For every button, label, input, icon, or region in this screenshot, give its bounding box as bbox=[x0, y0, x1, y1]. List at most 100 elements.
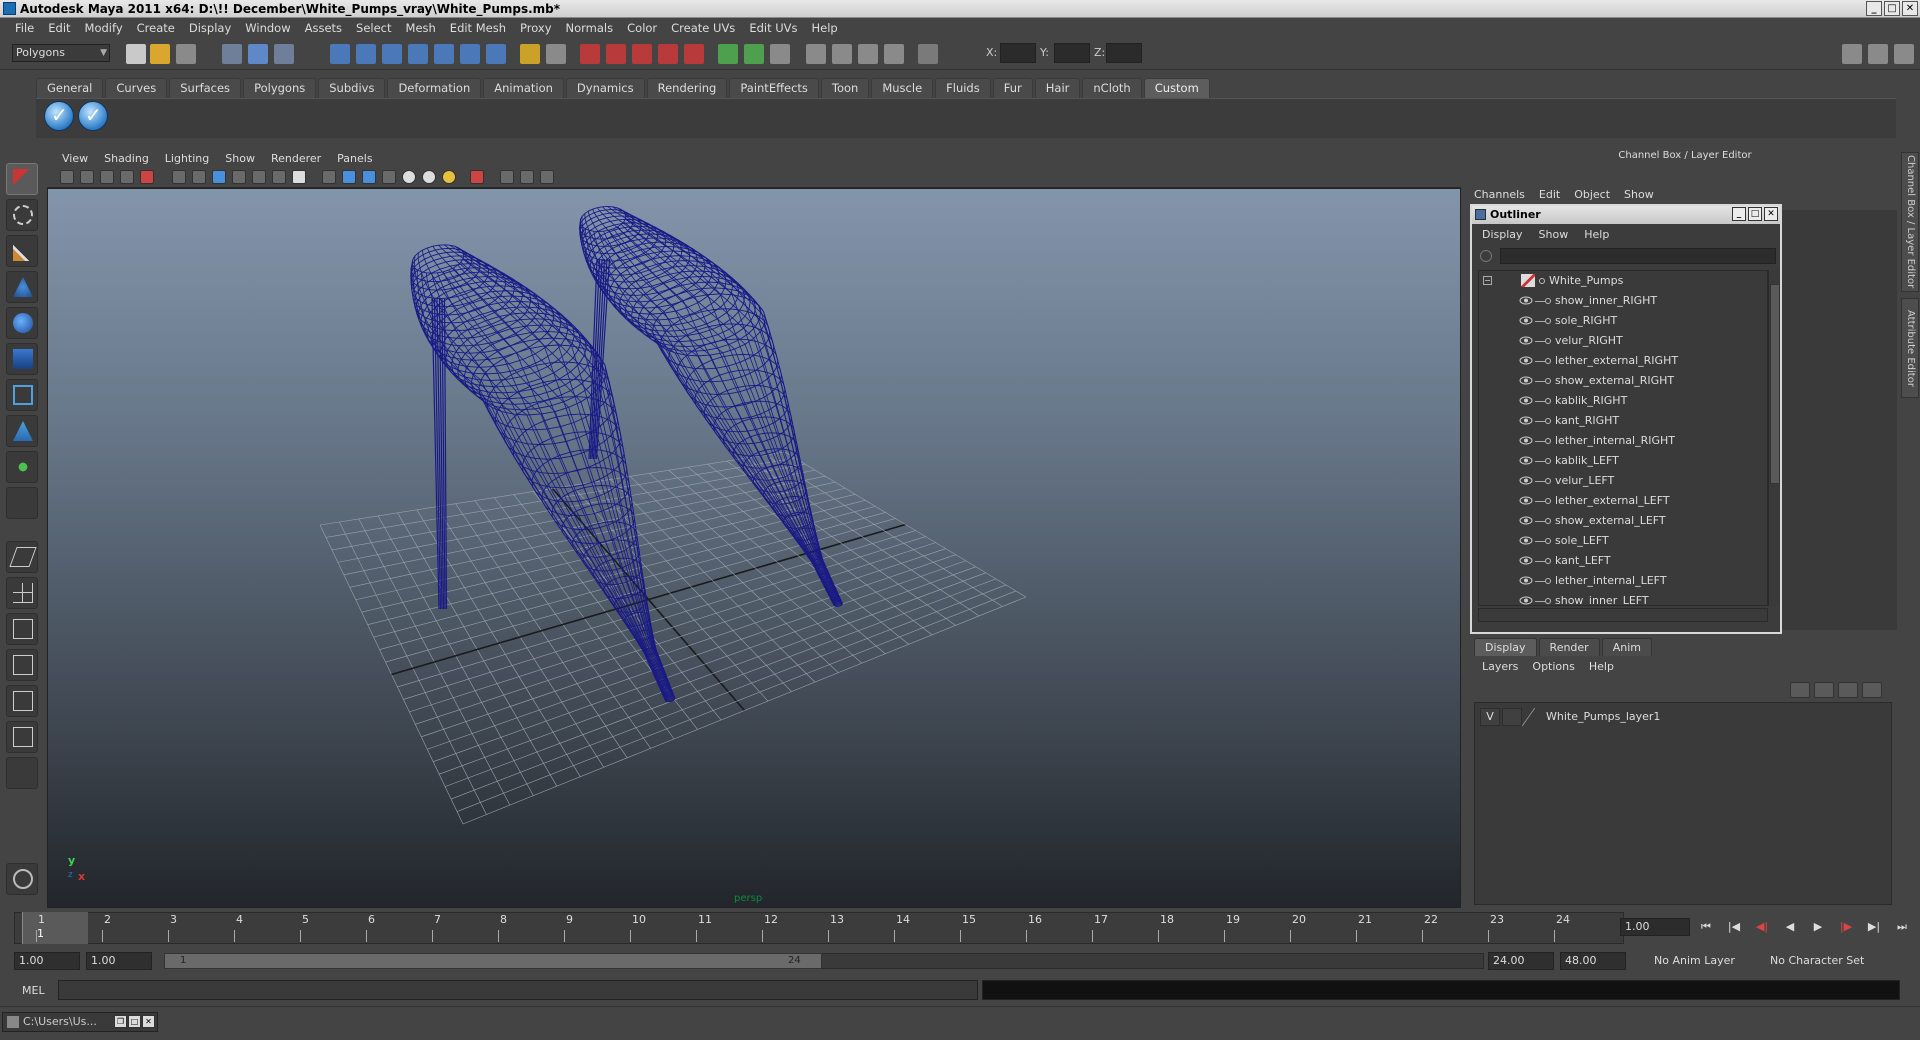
isolate-select-icon[interactable] bbox=[470, 170, 484, 184]
xray-icon[interactable] bbox=[500, 170, 514, 184]
toggle-channel-box-icon[interactable] bbox=[1894, 44, 1914, 64]
scale-tool-icon[interactable] bbox=[6, 343, 38, 375]
shelf-tab-polygons[interactable]: Polygons bbox=[243, 78, 317, 98]
outliner-item-show-external-left[interactable]: show_external_LEFT bbox=[1479, 511, 1767, 531]
hud-icon[interactable] bbox=[540, 170, 554, 184]
create-empty-layer-icon[interactable] bbox=[1838, 682, 1858, 698]
anim-layer-dropdown[interactable]: No Anim Layer bbox=[1648, 952, 1758, 970]
shadows-icon[interactable] bbox=[442, 170, 456, 184]
layer-tab-render[interactable]: Render bbox=[1538, 638, 1600, 656]
shelf-tab-muscle[interactable]: Muscle bbox=[871, 78, 934, 98]
outliner-item-velur-left[interactable]: velur_LEFT bbox=[1479, 471, 1767, 491]
film-gate-icon[interactable] bbox=[192, 170, 206, 184]
wireframe-icon[interactable] bbox=[322, 170, 336, 184]
history-icon[interactable] bbox=[460, 44, 480, 64]
rotate-tool-icon[interactable] bbox=[6, 307, 38, 339]
highlight-selection-icon[interactable] bbox=[546, 44, 566, 64]
persp-outliner-layout-icon[interactable] bbox=[6, 613, 38, 645]
collapse-icon[interactable]: − bbox=[1483, 276, 1492, 285]
lock-selection-icon[interactable] bbox=[520, 44, 540, 64]
menu-proxy[interactable]: Proxy bbox=[513, 21, 559, 35]
layout-dropdown-icon[interactable] bbox=[6, 757, 38, 789]
show-manipulator-icon[interactable] bbox=[6, 451, 38, 483]
show-channel-box-icon[interactable] bbox=[884, 44, 904, 64]
wireframe-on-shaded-icon[interactable] bbox=[362, 170, 376, 184]
snap-to-curve-icon[interactable] bbox=[356, 44, 376, 64]
outliner-menu-display[interactable]: Display bbox=[1482, 228, 1523, 241]
shelf-tab-rendering[interactable]: Rendering bbox=[646, 78, 728, 98]
single-perspective-layout-icon[interactable] bbox=[6, 541, 38, 573]
persp-graph-outliner-layout-icon[interactable] bbox=[6, 721, 38, 753]
outliner-horizontal-scrollbar[interactable] bbox=[1478, 608, 1768, 622]
animation-start-field[interactable]: 1.00 bbox=[14, 952, 80, 970]
outliner-item-velur-right[interactable]: velur_RIGHT bbox=[1479, 331, 1767, 351]
perspective-viewport[interactable]: persp y z x bbox=[47, 188, 1461, 908]
rename-icon[interactable] bbox=[770, 44, 790, 64]
render-settings-icon[interactable] bbox=[632, 44, 652, 64]
playback-end-field[interactable]: 24.00 bbox=[1488, 952, 1554, 970]
channel-box-menu-channels[interactable]: Channels bbox=[1474, 188, 1525, 201]
smooth-shade-icon[interactable] bbox=[342, 170, 356, 184]
hypershade-persp-layout-icon[interactable] bbox=[6, 685, 38, 717]
outliner-item-lether-internal-left[interactable]: lether_internal_LEFT bbox=[1479, 571, 1767, 591]
outliner-item-lether-internal-right[interactable]: lether_internal_RIGHT bbox=[1479, 431, 1767, 451]
menu-set-selector[interactable]: Polygons ▼ bbox=[12, 44, 110, 62]
restore-button[interactable]: ❐ bbox=[114, 1015, 127, 1028]
toggle-tool-settings-icon[interactable] bbox=[1868, 44, 1888, 64]
play-backwards-icon[interactable]: ◀ bbox=[1780, 920, 1800, 934]
render-icon[interactable] bbox=[580, 44, 600, 64]
layer-tab-anim[interactable]: Anim bbox=[1601, 638, 1652, 656]
lasso-tool-icon[interactable] bbox=[6, 199, 38, 231]
viewport-menu-panels[interactable]: Panels bbox=[329, 152, 380, 165]
menu-normals[interactable]: Normals bbox=[559, 21, 621, 35]
menu-color[interactable]: Color bbox=[620, 21, 664, 35]
outliner-item-lether-external-right[interactable]: lether_external_RIGHT bbox=[1479, 351, 1767, 371]
persp-graph-layout-icon[interactable] bbox=[6, 649, 38, 681]
layer-menu-help[interactable]: Help bbox=[1589, 660, 1614, 673]
outliner-item-kablik-left[interactable]: kablik_LEFT bbox=[1479, 451, 1767, 471]
minimize-button[interactable]: _ bbox=[1866, 1, 1882, 16]
shelf-tab-deformation[interactable]: Deformation bbox=[387, 78, 482, 98]
minimized-window[interactable]: C:\Users\Us... ❐ □ ✕ bbox=[2, 1012, 158, 1032]
viewport-menu-show[interactable]: Show bbox=[217, 152, 263, 165]
shelf-tab-surfaces[interactable]: Surfaces bbox=[169, 78, 242, 98]
go-to-start-icon[interactable]: ⏮ bbox=[1696, 920, 1716, 934]
toggle-attribute-editor-icon[interactable] bbox=[1842, 44, 1862, 64]
z-input[interactable] bbox=[1106, 43, 1142, 63]
select-by-component-icon[interactable] bbox=[274, 44, 294, 64]
shelf-tab-fluids[interactable]: Fluids bbox=[935, 78, 991, 98]
y-input[interactable] bbox=[1054, 43, 1090, 63]
step-forward-frame-icon[interactable]: |▶ bbox=[1836, 920, 1856, 934]
current-frame-field[interactable]: 1.00 bbox=[1620, 918, 1690, 936]
close-button-2[interactable]: ✕ bbox=[142, 1015, 155, 1028]
snap-to-plane-icon[interactable] bbox=[408, 44, 428, 64]
layer-color-swatch[interactable] bbox=[1521, 708, 1547, 726]
range-slider-handle[interactable] bbox=[164, 953, 822, 969]
2d-pan-zoom-icon[interactable] bbox=[140, 170, 154, 184]
outliner-menu-help[interactable]: Help bbox=[1584, 228, 1609, 241]
all-lights-icon[interactable] bbox=[422, 170, 436, 184]
outliner-root-row[interactable]: − White_Pumps bbox=[1479, 271, 1767, 291]
textured-icon[interactable] bbox=[382, 170, 396, 184]
step-back-key-icon[interactable]: |◀ bbox=[1724, 920, 1744, 934]
show-attribute-editor-icon[interactable] bbox=[832, 44, 852, 64]
menu-window[interactable]: Window bbox=[238, 21, 297, 35]
mel-label[interactable]: MEL bbox=[22, 984, 45, 997]
safe-title-icon[interactable] bbox=[292, 170, 306, 184]
outliner-item-kant-right[interactable]: kant_RIGHT bbox=[1479, 411, 1767, 431]
outliner-menu-show[interactable]: Show bbox=[1539, 228, 1569, 241]
bookmarks-icon[interactable] bbox=[100, 170, 114, 184]
command-input[interactable] bbox=[58, 980, 978, 1000]
custom-shelf-check-icon-2[interactable] bbox=[78, 101, 108, 131]
move-layer-up-icon[interactable] bbox=[1790, 682, 1810, 698]
side-tab-attribute-editor[interactable]: Attribute Editor bbox=[1901, 298, 1919, 398]
character-set-dropdown[interactable]: No Character Set bbox=[1764, 952, 1888, 970]
shelf-tab-custom[interactable]: Custom bbox=[1143, 78, 1210, 98]
menu-mesh[interactable]: Mesh bbox=[399, 21, 443, 35]
shelf-tab-hair[interactable]: Hair bbox=[1034, 78, 1081, 98]
outliner-minimize-button[interactable]: _ bbox=[1732, 207, 1746, 221]
viewport-menu-lighting[interactable]: Lighting bbox=[157, 152, 217, 165]
shelf-tab-dynamics[interactable]: Dynamics bbox=[565, 78, 645, 98]
camera-attributes-icon[interactable] bbox=[80, 170, 94, 184]
open-scene-icon[interactable] bbox=[150, 44, 170, 64]
